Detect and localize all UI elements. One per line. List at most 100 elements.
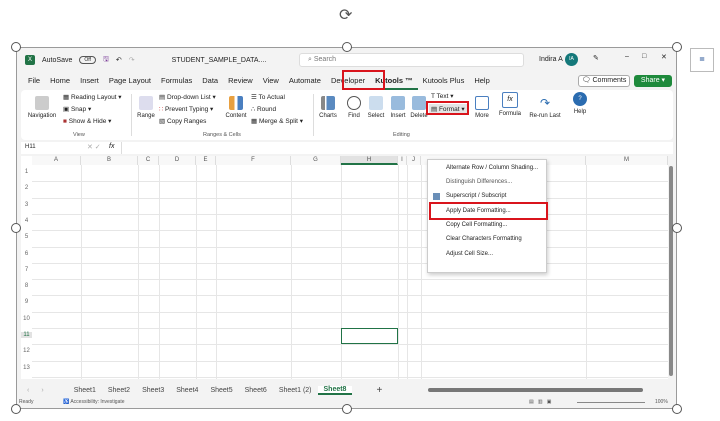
row-header[interactable]: 8: [21, 283, 32, 289]
menu-data[interactable]: Data: [197, 74, 223, 90]
prevent-typing-button[interactable]: ∷ Prevent Typing ▾: [159, 105, 213, 113]
resize-handle[interactable]: [342, 404, 352, 414]
fx-icon[interactable]: fx: [109, 143, 114, 150]
spreadsheet-grid[interactable]: A B C D E F G H I J M 1 2 3 4 5 6 7 8 9 10 11 12 13: [21, 156, 668, 379]
save-icon[interactable]: 🖫: [103, 55, 109, 66]
undo-icon[interactable]: ↶: [116, 56, 122, 64]
sheet-tab[interactable]: Sheet1: [68, 387, 102, 394]
sheet-tab[interactable]: Sheet6: [239, 387, 273, 394]
sheet-tab[interactable]: Sheet2: [102, 387, 136, 394]
rerun-button[interactable]: ↷ Re-run Last: [528, 96, 562, 119]
comments-button[interactable]: 🗨 Comments: [578, 75, 630, 87]
formula-button[interactable]: fx Formula: [497, 92, 523, 117]
row-header[interactable]: 2: [21, 185, 32, 191]
menu-item-alternate-shading[interactable]: Alternate Row / Column Shading...: [446, 165, 538, 171]
autosave-toggle[interactable]: Off: [79, 56, 96, 64]
column-header[interactable]: E: [196, 156, 216, 165]
resize-handle[interactable]: [342, 42, 352, 52]
resize-handle[interactable]: [672, 404, 682, 414]
resize-handle[interactable]: [11, 223, 21, 233]
resize-handle[interactable]: [672, 42, 682, 52]
view-buttons[interactable]: ▤ ▥ ▣: [529, 399, 552, 405]
maximize-button[interactable]: □: [642, 53, 646, 60]
close-button[interactable]: ✕: [661, 53, 667, 61]
accessibility-status[interactable]: ♿ Accessibility: Investigate: [63, 399, 125, 405]
column-header[interactable]: A: [32, 156, 81, 165]
vertical-scrollbar[interactable]: [669, 166, 673, 376]
menu-item-distinguish-differences[interactable]: Distinguish Differences...: [446, 179, 512, 185]
menu-home[interactable]: Home: [45, 74, 75, 90]
snap-button[interactable]: ▣ Snap ▾: [63, 105, 91, 113]
row-header[interactable]: 3: [21, 202, 32, 208]
menu-item-superscript-subscript[interactable]: Superscript / Subscript: [446, 193, 506, 199]
cancel-icon[interactable]: ✕ ✓: [87, 143, 101, 151]
row-header[interactable]: 5: [21, 234, 32, 240]
share-button[interactable]: Share ▾: [634, 75, 672, 87]
selected-cell-h11[interactable]: [341, 328, 398, 345]
minimize-button[interactable]: –: [625, 53, 629, 60]
column-header[interactable]: D: [159, 156, 196, 165]
menu-view[interactable]: View: [258, 74, 284, 90]
redo-icon[interactable]: ↷: [129, 56, 135, 64]
search-input[interactable]: ⌕ Search: [299, 53, 524, 67]
row-header[interactable]: 9: [21, 299, 32, 305]
charts-button[interactable]: Charts: [315, 96, 341, 119]
row-header[interactable]: 11: [21, 332, 32, 338]
formula-input[interactable]: [121, 142, 669, 154]
column-header[interactable]: B: [81, 156, 138, 165]
column-header[interactable]: J: [407, 156, 421, 165]
sheet-tab-active[interactable]: Sheet8: [317, 385, 353, 395]
column-header[interactable]: H: [341, 156, 398, 165]
help-button[interactable]: ? Help: [567, 92, 593, 115]
column-header[interactable]: M: [586, 156, 668, 165]
menu-item-adjust-cell-size[interactable]: Adjust Cell Size...: [446, 251, 493, 257]
column-header[interactable]: G: [291, 156, 341, 165]
column-header[interactable]: I: [398, 156, 407, 165]
menu-review[interactable]: Review: [223, 74, 258, 90]
range-button[interactable]: Range: [133, 96, 159, 119]
menu-formulas[interactable]: Formulas: [156, 74, 197, 90]
zoom-slider[interactable]: [577, 402, 645, 403]
pen-icon[interactable]: ✎: [593, 54, 599, 62]
sheet-tab[interactable]: Sheet3: [136, 387, 170, 394]
menu-help[interactable]: Help: [469, 74, 494, 90]
row-header[interactable]: 10: [21, 316, 32, 322]
filename[interactable]: STUDENT_SAMPLE_DATA....: [172, 57, 267, 64]
resize-handle[interactable]: [11, 404, 21, 414]
row-header[interactable]: 12: [21, 348, 32, 354]
row-header[interactable]: 6: [21, 251, 32, 257]
add-sheet-button[interactable]: +: [370, 385, 388, 396]
copy-ranges-button[interactable]: ▧ Copy Ranges: [159, 117, 206, 125]
column-header[interactable]: F: [216, 156, 291, 165]
navigation-button[interactable]: Navigation: [27, 96, 57, 119]
row-header[interactable]: 13: [21, 365, 32, 371]
more-button[interactable]: More: [469, 96, 495, 119]
menu-insert[interactable]: Insert: [75, 74, 104, 90]
menu-kutools-plus[interactable]: Kutools Plus: [418, 74, 470, 90]
menu-item-clear-characters-formatting[interactable]: Clear Characters Formatting: [446, 236, 522, 242]
content-button[interactable]: Content: [223, 96, 249, 119]
menu-automate[interactable]: Automate: [284, 74, 326, 90]
row-header[interactable]: 7: [21, 267, 32, 273]
row-header[interactable]: 4: [21, 218, 32, 224]
column-header[interactable]: C: [138, 156, 159, 165]
round-button[interactable]: ∴ Round: [251, 105, 276, 113]
horizontal-scrollbar[interactable]: [428, 388, 644, 392]
reading-layout-button[interactable]: ▦ Reading Layout ▾: [63, 93, 122, 101]
menu-file[interactable]: File: [23, 74, 45, 90]
menu-page-layout[interactable]: Page Layout: [104, 74, 156, 90]
menu-item-copy-cell-formatting[interactable]: Copy Cell Formatting...: [446, 222, 507, 228]
sheet-tab[interactable]: Sheet4: [170, 387, 204, 394]
show-hide-button[interactable]: ■ Show & Hide ▾: [63, 117, 111, 125]
sheet-tab[interactable]: Sheet5: [204, 387, 238, 394]
to-actual-button[interactable]: ☰ To Actual: [251, 93, 285, 101]
sheet-tab[interactable]: Sheet1 (2): [273, 387, 318, 394]
dropdown-list-button[interactable]: ▤ Drop-down List ▾: [159, 93, 216, 101]
row-header[interactable]: 1: [21, 169, 32, 175]
merge-split-button[interactable]: ▦ Merge & Split ▾: [251, 117, 303, 125]
layout-options-icon[interactable]: ≣: [690, 48, 714, 72]
prev-sheet-icon[interactable]: ‹: [21, 387, 35, 394]
resize-handle[interactable]: [11, 42, 21, 52]
text-button[interactable]: T Text ▾: [431, 92, 454, 100]
resize-handle[interactable]: [672, 223, 682, 233]
